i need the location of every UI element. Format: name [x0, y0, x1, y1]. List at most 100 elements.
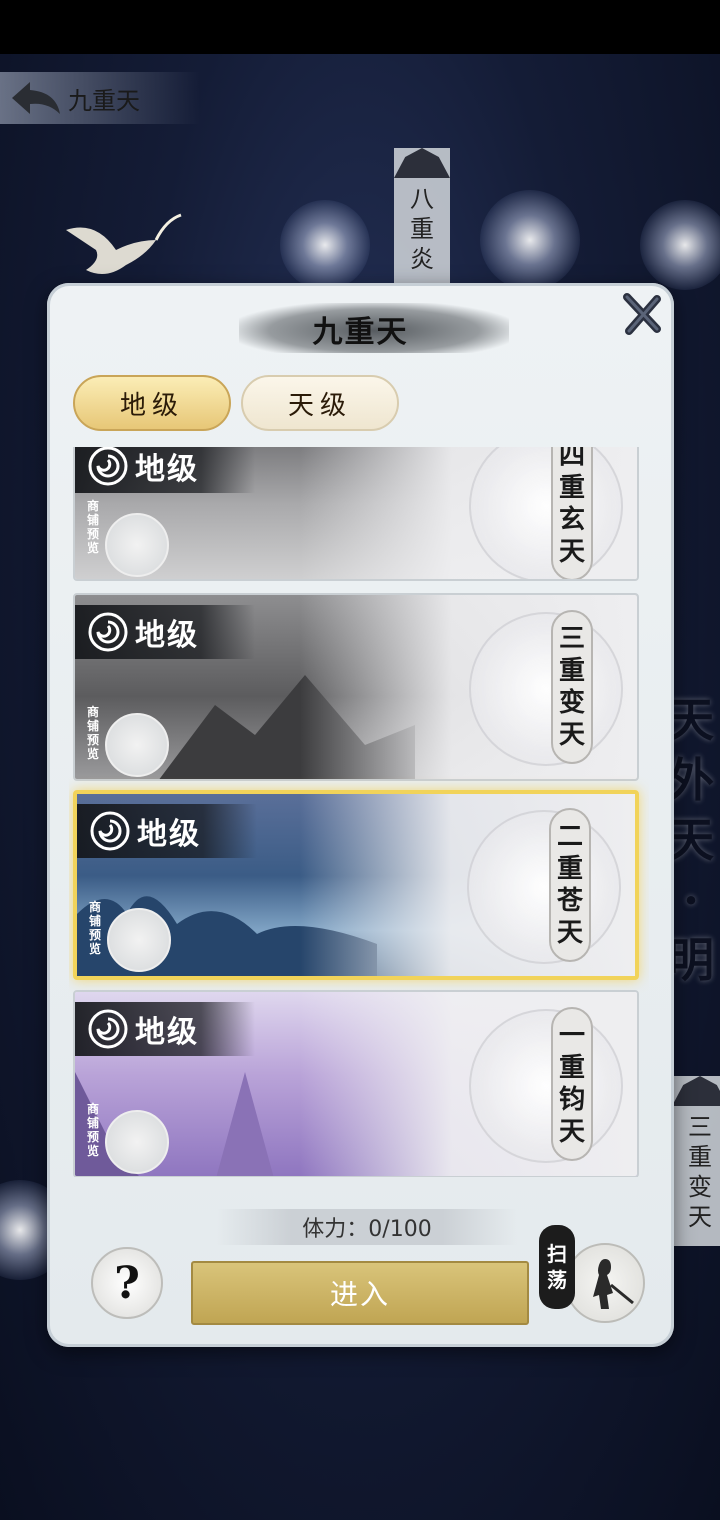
name-char: 一 [558, 1021, 585, 1051]
preview-char: 商 [86, 705, 99, 719]
stage-name: 二 重 苍 天 [549, 808, 591, 962]
name-char: 重 [558, 1053, 585, 1083]
screen-title: 九重天 [68, 86, 140, 115]
pillar-char: 变 [688, 1173, 712, 1201]
grade-label: 地级 [135, 618, 199, 653]
background-orb [480, 190, 580, 290]
stage-card[interactable]: 地级 商 铺 预 览 三 重 变 天 [73, 593, 639, 781]
pillar-char: 八 [410, 185, 434, 213]
moon-decoration [469, 612, 623, 766]
stage-select-dialog: 九重天 地级 天级 地级 商 铺 预 览 四 重 玄 天 地级 商 铺 预 览 … [47, 283, 674, 1347]
name-char: 天 [558, 1117, 585, 1147]
grade-banner: 地级 [75, 605, 255, 659]
preview-char: 览 [86, 1144, 99, 1158]
enter-button[interactable]: 进入 [191, 1261, 529, 1325]
preview-char: 商 [86, 1102, 99, 1116]
sweep-label: 扫 荡 [539, 1225, 575, 1309]
sweep-button[interactable]: 扫 荡 [539, 1225, 649, 1335]
swirl-icon [88, 612, 128, 652]
pillar-char: 天 [688, 1203, 712, 1231]
preview-char: 预 [86, 1130, 99, 1144]
side-char: 明 [668, 933, 714, 987]
stage-card[interactable]: 地级 商 铺 预 览 四 重 玄 天 [73, 447, 639, 581]
pillar-char: 炎 [410, 245, 434, 273]
grade-banner: 地级 [75, 447, 255, 493]
grade-banner: 地级 [75, 1002, 255, 1056]
preview-char: 铺 [88, 914, 101, 928]
background-pillar-top: 八 重 炎 [394, 148, 450, 288]
stamina-display: 体力：0/100 [217, 1209, 517, 1245]
swirl-icon [90, 811, 130, 851]
name-char: 天 [558, 720, 585, 750]
back-arrow-icon[interactable] [8, 76, 64, 120]
swirl-icon [88, 1009, 128, 1049]
side-char: 外 [668, 753, 714, 807]
name-char: 天 [558, 537, 585, 567]
shop-icon[interactable] [105, 713, 169, 777]
pillar-char: 重 [410, 215, 434, 243]
stage-card-selected[interactable]: 地级 商 铺 预 览 二 重 苍 天 [73, 790, 639, 980]
name-char: 重 [556, 854, 583, 884]
stage-name: 一 重 钧 天 [551, 1007, 593, 1161]
shop-preview-label: 商 铺 预 览 [83, 1102, 103, 1158]
side-char: 天 [668, 813, 714, 867]
name-char: 钧 [558, 1085, 585, 1115]
name-char: 四 [558, 447, 585, 471]
status-bar [0, 0, 720, 54]
preview-char: 览 [86, 541, 99, 555]
shop-preview-label: 商 铺 预 览 [83, 499, 103, 555]
preview-char: 览 [86, 747, 99, 761]
sweep-char: 扫 [547, 1242, 567, 1266]
name-char: 重 [558, 656, 585, 686]
preview-char: 铺 [86, 1116, 99, 1130]
side-char: 天 [668, 693, 714, 747]
shop-icon[interactable] [105, 1110, 169, 1174]
preview-char: 铺 [86, 719, 99, 733]
moon-decoration [469, 447, 623, 579]
name-char: 二 [556, 822, 583, 852]
background-pillar-right: 三 重 变 天 [672, 1076, 720, 1246]
tab-earth-grade[interactable]: 地级 [73, 375, 231, 431]
dialog-title: 九重天 [312, 315, 409, 350]
swordsman-icon [593, 1259, 634, 1309]
shop-preview-label: 商 铺 预 览 [85, 900, 105, 956]
name-char: 苍 [556, 886, 583, 916]
sweep-icon[interactable] [565, 1243, 645, 1323]
moon-decoration [469, 1009, 623, 1163]
pillar-char: 三 [688, 1113, 712, 1141]
name-char: 玄 [558, 505, 585, 535]
grade-label: 地级 [137, 817, 201, 852]
swirl-icon [88, 447, 128, 486]
stage-card[interactable]: 地级 商 铺 预 览 一 重 钧 天 [73, 990, 639, 1177]
preview-char: 预 [86, 527, 99, 541]
preview-char: 预 [88, 928, 101, 942]
back-bar[interactable]: 九重天 [0, 72, 200, 124]
tab-heaven-grade[interactable]: 天级 [241, 375, 399, 431]
name-char: 天 [556, 918, 583, 948]
preview-char: 预 [86, 733, 99, 747]
preview-char: 铺 [86, 513, 99, 527]
shop-icon[interactable] [105, 513, 169, 577]
preview-char: 商 [88, 900, 101, 914]
preview-char: 览 [88, 942, 101, 956]
grade-banner: 地级 [77, 804, 257, 858]
side-char: · [682, 873, 699, 927]
stage-list[interactable]: 地级 商 铺 预 览 四 重 玄 天 地级 商 铺 预 览 三 重 变 天 地级… [69, 447, 649, 1177]
grade-label: 地级 [135, 1015, 199, 1050]
stage-name: 三 重 变 天 [551, 610, 593, 764]
stage-name: 四 重 玄 天 [551, 447, 593, 579]
help-button[interactable]: ? [91, 1247, 163, 1319]
grade-label: 地级 [135, 452, 199, 487]
shop-icon[interactable] [107, 908, 171, 972]
background-orb [640, 200, 720, 290]
background-orb [280, 200, 370, 290]
preview-char: 商 [86, 499, 99, 513]
shop-preview-label: 商 铺 预 览 [83, 705, 103, 761]
name-char: 三 [558, 624, 585, 654]
sweep-char: 荡 [547, 1268, 567, 1292]
close-icon[interactable] [617, 289, 667, 339]
pillar-char: 重 [688, 1143, 712, 1171]
name-char: 重 [558, 473, 585, 503]
moon-decoration [467, 810, 621, 964]
name-char: 变 [558, 688, 585, 718]
